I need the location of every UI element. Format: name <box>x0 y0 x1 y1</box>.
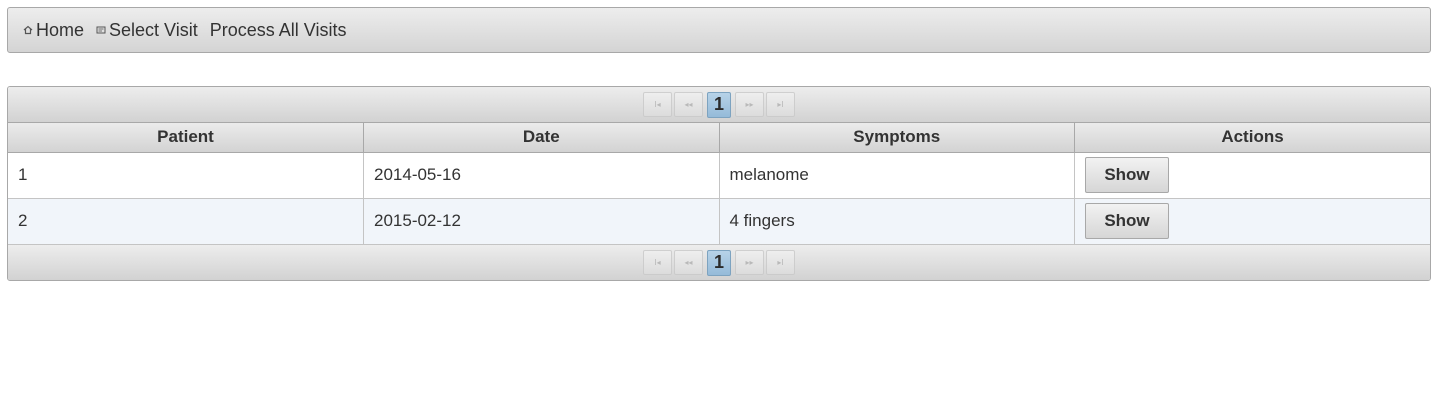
paginator-top: I◂ ◂◂ 1 ▸▸ ▸I <box>8 87 1430 123</box>
column-header-actions: Actions <box>1074 123 1430 153</box>
table-row: 1 2014-05-16 melanome Show <box>8 152 1430 199</box>
menu-item-select-visit-label: Select Visit <box>109 19 198 40</box>
menu-item-home[interactable]: Home <box>23 20 84 41</box>
column-header-patient: Patient <box>8 123 364 153</box>
card-icon <box>96 25 106 35</box>
visits-table: Patient Date Symptoms Actions 1 2014-05-… <box>8 123 1430 244</box>
symptoms-cell: 4 fingers <box>719 198 1075 244</box>
column-header-symptoms: Symptoms <box>719 123 1075 153</box>
menu-item-process-all-visits-label: Process All Visits <box>209 19 347 40</box>
next-page-button[interactable]: ▸▸ <box>735 92 764 117</box>
prev-page-button[interactable]: ◂◂ <box>674 250 703 275</box>
menu-item-home-label: Home <box>36 19 85 40</box>
table-row: 2 2015-02-12 4 fingers Show <box>8 198 1430 244</box>
patient-cell: 1 <box>8 152 364 199</box>
show-button[interactable]: Show <box>1085 203 1169 240</box>
column-header-date: Date <box>363 123 720 153</box>
actions-cell: Show <box>1074 152 1430 199</box>
home-icon <box>23 25 33 35</box>
first-page-button[interactable]: I◂ <box>643 92 672 117</box>
patient-cell: 2 <box>8 198 364 244</box>
actions-cell: Show <box>1074 198 1430 244</box>
page-1-button[interactable]: 1 <box>707 91 731 118</box>
first-page-button[interactable]: I◂ <box>643 250 672 275</box>
table-header-row: Patient Date Symptoms Actions <box>8 123 1430 153</box>
symptoms-cell: melanome <box>719 152 1075 199</box>
prev-page-button[interactable]: ◂◂ <box>674 92 703 117</box>
menubar: Home Select Visit Process All Visits <box>7 7 1431 53</box>
last-page-button[interactable]: ▸I <box>766 250 795 275</box>
menu-item-process-all-visits[interactable]: Process All Visits <box>210 20 347 41</box>
menu-item-select-visit[interactable]: Select Visit <box>96 20 198 41</box>
date-cell: 2015-02-12 <box>363 198 720 244</box>
page-1-button[interactable]: 1 <box>707 249 731 276</box>
paginator-bottom: I◂ ◂◂ 1 ▸▸ ▸I <box>8 244 1430 280</box>
next-page-button[interactable]: ▸▸ <box>735 250 764 275</box>
date-cell: 2014-05-16 <box>363 152 720 199</box>
show-button[interactable]: Show <box>1085 157 1169 193</box>
last-page-button[interactable]: ▸I <box>766 92 795 117</box>
visits-datatable: I◂ ◂◂ 1 ▸▸ ▸I Patient Date Symptoms Acti… <box>7 86 1431 281</box>
